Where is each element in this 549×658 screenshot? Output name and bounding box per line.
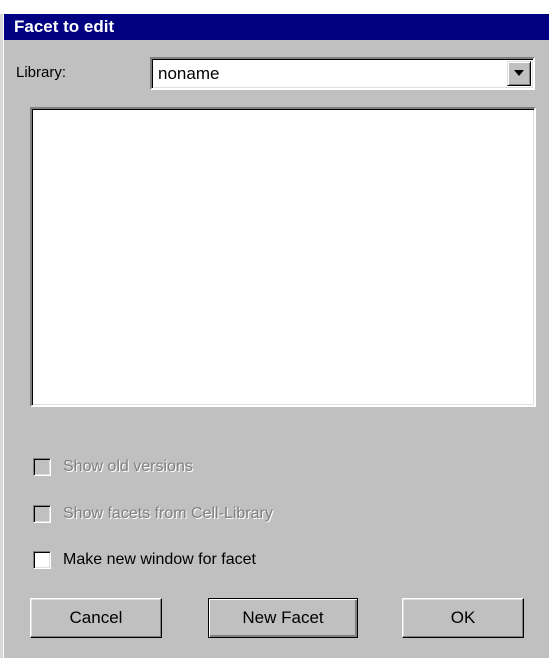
cancel-button[interactable]: Cancel bbox=[30, 598, 162, 638]
library-dropdown-button[interactable] bbox=[507, 61, 531, 86]
dialog-title: Facet to edit bbox=[4, 14, 549, 40]
top-edge bbox=[0, 0, 549, 14]
new-facet-button[interactable]: New Facet bbox=[208, 598, 358, 638]
new-window-checkbox[interactable] bbox=[33, 551, 51, 569]
show-old-versions-checkbox[interactable] bbox=[33, 458, 51, 476]
chevron-down-icon bbox=[514, 70, 524, 76]
window-border bbox=[0, 14, 4, 658]
ok-button[interactable]: OK bbox=[402, 598, 524, 638]
show-cell-library-checkbox[interactable] bbox=[33, 505, 51, 523]
library-selected-value: noname bbox=[158, 64, 220, 83]
show-cell-library-label: Show facets from Cell-Library bbox=[63, 505, 273, 522]
library-label: Library: bbox=[16, 64, 67, 81]
facet-list[interactable] bbox=[30, 107, 536, 407]
show-old-versions-label: Show old versions bbox=[63, 458, 193, 475]
library-select[interactable]: noname bbox=[150, 57, 535, 90]
facet-dialog: Facet to edit Library: noname Show old v… bbox=[0, 0, 549, 658]
new-window-label: Make new window for facet bbox=[63, 551, 256, 568]
